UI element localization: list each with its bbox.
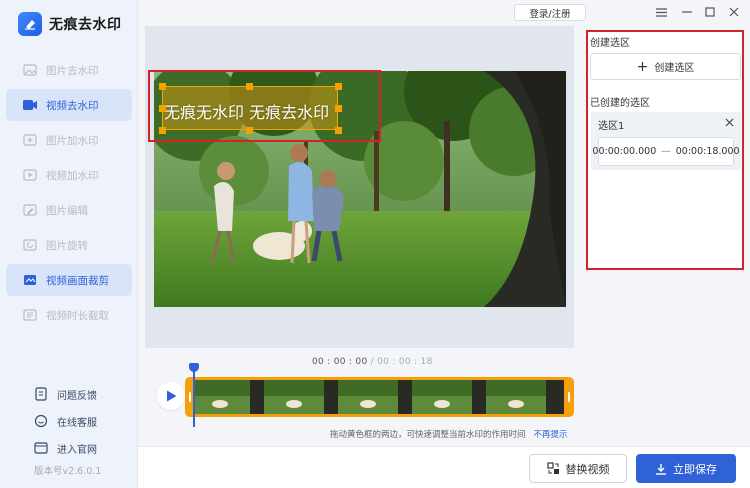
timeline-track[interactable] [187,377,572,417]
sidebar-item-label: 图片编辑 [46,204,88,217]
sidebar-item-video-add-watermark[interactable]: 视频加水印 [6,159,132,191]
sidebar-item-label: 视频画面裁剪 [46,274,109,287]
create-region-label: 创建选区 [654,63,695,74]
sidebar-item-label: 图片旋转 [46,239,88,252]
resize-handle-top-right[interactable] [335,83,342,90]
region-time-range[interactable]: 00:00:00.000 — 00:00:18.000 [592,137,740,166]
sidebar-item-label: 视频加水印 [46,169,99,182]
sidebar-item-label: 图片去水印 [46,64,99,77]
timeline-hint: 拖动黄色框的两边，可快速调整当前水印的作用时间 不再提示 [330,428,568,440]
save-label: 立即保存 [673,462,717,476]
website-icon [34,441,48,455]
chat-icon [34,414,48,428]
login-button[interactable]: 登录/注册 [514,4,586,21]
image-edit-icon [22,203,38,217]
timeline-end-handle[interactable] [564,377,574,417]
replace-icon [546,462,560,475]
resize-handle-top-middle[interactable] [246,83,253,90]
title-bar: 登录/注册 [138,0,750,24]
play-icon [166,390,176,402]
created-regions-title: 已创建的选区 [590,98,650,109]
video-trim-icon [22,308,38,322]
app-logo: 无痕去水印 [18,12,122,36]
play-button[interactable] [157,382,185,410]
timecode: 00 : 00 : 00 / 00 : 00 : 18 [312,357,433,367]
video-icon [22,98,38,112]
plus-icon: + [636,58,649,75]
replace-video-button[interactable]: 替换视频 [529,454,627,483]
sidebar-item-label: 视频去水印 [46,99,99,112]
feedback-label: 问题反馈 [57,390,97,402]
video-add-icon [22,168,38,182]
replace-video-label: 替换视频 [565,462,610,476]
feedback-icon [34,387,48,401]
feedback-link[interactable]: 问题反馈 [34,384,97,404]
resize-handle-bottom-right[interactable] [335,127,342,134]
create-region-button[interactable]: + 创建选区 [590,53,741,80]
sidebar-item-label: 图片加水印 [46,134,99,147]
image-icon [22,63,38,77]
online-service-label: 在线客服 [57,417,97,429]
sidebar-item-video-remove-watermark[interactable]: 视频去水印 [6,89,132,121]
version-label: 版本号v2.6.0.1 [34,466,102,477]
save-button[interactable]: 立即保存 [636,454,736,483]
sidebar-item-image-remove-watermark[interactable]: 图片去水印 [6,54,132,86]
resize-handle-middle-left[interactable] [159,105,166,112]
current-time: 00 : 00 : 00 [312,357,368,367]
website-link[interactable]: 进入官网 [34,438,97,458]
dismiss-hint-link[interactable]: 不再提示 [534,430,568,440]
region-start-time: 00:00:00.000 [592,146,657,157]
sidebar-bottom-links: 问题反馈 在线客服 进入官网 [34,384,97,465]
sidebar-item-image-add-watermark[interactable]: 图片加水印 [6,124,132,156]
download-icon [655,463,667,475]
sidebar-nav: 图片去水印 视频去水印 图片加水印 视频加水印 图片编辑 图片旋转 视频画面裁剪 [6,54,132,334]
image-add-icon [22,133,38,147]
watermark-text: 无痕无水印 无痕去水印 [164,103,330,122]
minimize-icon[interactable] [679,4,695,20]
sidebar: 无痕去水印 图片去水印 视频去水印 图片加水印 视频加水印 图片编辑 图片旋转 [0,0,138,488]
create-region-title: 创建选区 [590,38,630,49]
menu-icon[interactable] [653,4,669,20]
maximize-icon[interactable] [702,4,718,20]
resize-handle-bottom-left[interactable] [159,127,166,134]
eraser-logo-icon [18,12,42,36]
region-end-time: 00:00:18.000 [675,146,740,157]
playhead[interactable] [193,363,195,427]
sidebar-item-label: 视频时长截取 [46,309,109,322]
app-name: 无痕去水印 [49,17,122,33]
delete-region-icon[interactable] [723,116,735,128]
region-name: 选区1 [598,121,625,132]
sidebar-item-video-crop[interactable]: 视频画面裁剪 [6,264,132,296]
timeline-thumbnails [190,380,569,414]
resize-handle-top-left[interactable] [159,83,166,90]
sidebar-item-image-edit[interactable]: 图片编辑 [6,194,132,226]
online-service-link[interactable]: 在线客服 [34,411,97,431]
resize-handle-middle-right[interactable] [335,105,342,112]
close-icon[interactable] [726,4,742,20]
hint-text: 拖动黄色框的两边，可快速调整当前水印的作用时间 [330,430,526,440]
total-time: 00 : 00 : 18 [377,357,433,367]
sidebar-item-video-trim[interactable]: 视频时长截取 [6,299,132,331]
sidebar-item-image-rotate[interactable]: 图片旋转 [6,229,132,261]
website-label: 进入官网 [57,444,97,456]
rotate-icon [22,238,38,252]
time-range-dash: — [661,146,671,157]
time-separator: / [367,357,378,367]
video-crop-icon [22,273,38,287]
resize-handle-bottom-middle[interactable] [246,127,253,134]
